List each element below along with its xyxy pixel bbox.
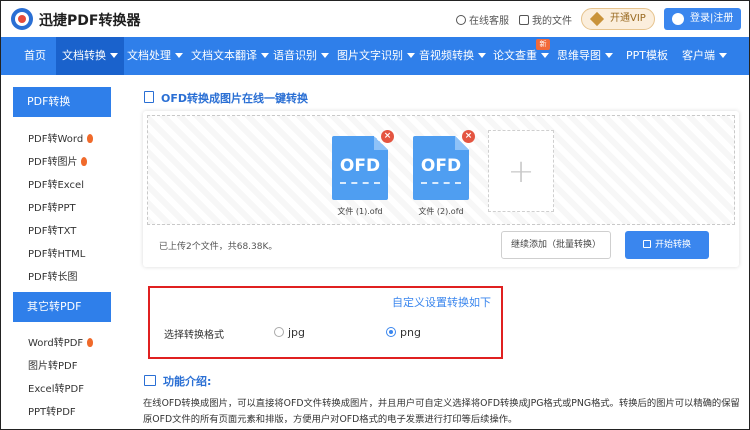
nav-doc-translate[interactable]: 文档文本翻译 — [191, 37, 269, 75]
format-label: 选择转换格式 — [164, 330, 224, 341]
sidebar-item-pdf-to-long-image[interactable]: PDF转长图 — [28, 268, 77, 283]
sidebar-item-ppt-to-pdf[interactable]: PPT转PDF — [28, 403, 76, 418]
start-convert-button[interactable]: 开始转换 — [625, 231, 709, 259]
main-nav: 首页 文档转换 文档处理 文档文本翻译 语音识别 图片文字识别 音视频转换 论文… — [1, 37, 749, 75]
sidebar-heading-pdf-convert: PDF转换 — [13, 87, 111, 117]
hot-fire-icon — [81, 157, 88, 166]
chevron-down-icon — [478, 53, 486, 58]
app-logo-icon[interactable] — [11, 8, 33, 30]
file-name: 文件 (1).ofd — [337, 207, 383, 216]
sidebar-item-pdf-to-word[interactable]: PDF转Word — [28, 130, 94, 145]
nav-doc-convert[interactable]: 文档转换 — [56, 37, 124, 75]
chevron-down-icon — [175, 53, 183, 58]
sidebar-item-pdf-to-txt[interactable]: PDF转TXT — [28, 222, 76, 237]
intro-icon — [144, 375, 156, 386]
radio-selected-icon[interactable] — [386, 327, 396, 337]
sidebar-item-pdf-to-ppt[interactable]: PDF转PPT — [28, 199, 76, 214]
radio-icon[interactable] — [274, 327, 284, 337]
open-vip-button[interactable]: 开通VIP — [581, 8, 655, 30]
nav-home[interactable]: 首页 — [24, 37, 46, 75]
hot-fire-icon — [87, 338, 94, 347]
settings-title: 自定义设置转换如下 — [392, 296, 491, 309]
nav-speech-recognition[interactable]: 语音识别 — [273, 37, 329, 75]
sidebar-item-word-to-pdf[interactable]: Word转PDF — [28, 334, 94, 349]
nav-mind-map[interactable]: 思维导图 — [557, 37, 613, 75]
convert-icon — [642, 240, 651, 248]
sidebar-item-excel-to-pdf[interactable]: Excel转PDF — [28, 380, 84, 395]
headset-icon — [456, 15, 466, 25]
diamond-icon — [589, 11, 605, 27]
format-radio-png[interactable]: png — [386, 326, 421, 339]
file-item-2: OFD × 文件 (2).ofd — [413, 130, 475, 216]
file-item-1: OFD × 文件 (1).ofd — [332, 130, 394, 216]
upload-card: OFD × 文件 (1).ofd OFD × 文件 (2).ofd + 已上传2… — [143, 111, 739, 267]
top-header: 迅捷PDF转换器 在线客服 我的文件 开通VIP 登录|注册 — [1, 1, 749, 37]
file-name: 文件 (2).ofd — [418, 207, 464, 216]
nav-doc-process[interactable]: 文档处理 — [127, 37, 183, 75]
ofd-file-icon: OFD — [413, 136, 469, 200]
page-title: OFD转换成图片在线一键转换 — [161, 92, 308, 105]
chevron-down-icon — [407, 53, 415, 58]
sidebar-item-pdf-to-image[interactable]: PDF转图片 — [28, 153, 88, 168]
chevron-down-icon — [541, 53, 549, 58]
custom-settings-panel: 自定义设置转换如下 选择转换格式 jpg png — [148, 286, 503, 359]
upload-summary: 已上传2个文件，共68.38K。 — [159, 242, 278, 252]
nav-client[interactable]: 客户端 — [682, 37, 727, 75]
continue-add-button[interactable]: 继续添加（批量转换） — [501, 231, 611, 259]
chevron-down-icon — [261, 53, 269, 58]
document-icon — [519, 15, 529, 25]
remove-file-icon[interactable]: × — [462, 130, 475, 143]
chevron-down-icon — [605, 53, 613, 58]
chevron-down-icon — [719, 53, 727, 58]
document-icon — [144, 91, 154, 103]
ofd-file-icon: OFD — [332, 136, 388, 200]
sidebar-heading-other-to-pdf: 其它转PDF — [13, 292, 111, 322]
page-frame: 迅捷PDF转换器 在线客服 我的文件 开通VIP 登录|注册 首页 文档转换 文… — [0, 0, 750, 430]
brand-name[interactable]: 迅捷PDF转换器 — [39, 10, 140, 30]
my-files-link[interactable]: 我的文件 — [519, 12, 572, 27]
nav-ppt-template[interactable]: PPT模板 — [626, 37, 668, 75]
new-badge: 新 — [536, 39, 550, 50]
file-drop-area[interactable]: OFD × 文件 (1).ofd OFD × 文件 (2).ofd + — [147, 115, 735, 225]
online-service-link[interactable]: 在线客服 — [456, 12, 509, 27]
sidebar-item-pdf-to-excel[interactable]: PDF转Excel — [28, 176, 84, 191]
user-icon — [672, 13, 684, 25]
add-file-button[interactable]: + — [488, 130, 554, 212]
format-radio-jpg[interactable]: jpg — [274, 326, 305, 339]
intro-text: 在线OFD转换成图片，可以直接将OFD文件转换成图片，并且用户可自定义选择将OF… — [143, 398, 740, 425]
hot-fire-icon — [87, 134, 94, 143]
remove-file-icon[interactable]: × — [381, 130, 394, 143]
sidebar-item-pdf-to-html[interactable]: PDF转HTML — [28, 245, 85, 260]
chevron-down-icon — [321, 53, 329, 58]
intro-title: 功能介绍: — [163, 375, 212, 388]
login-register-button[interactable]: 登录|注册 — [664, 8, 741, 30]
sidebar-item-image-to-pdf[interactable]: 图片转PDF — [28, 357, 77, 372]
nav-av-convert[interactable]: 音视频转换 — [419, 37, 486, 75]
nav-image-ocr[interactable]: 图片文字识别 — [337, 37, 415, 75]
chevron-down-icon — [110, 53, 118, 58]
